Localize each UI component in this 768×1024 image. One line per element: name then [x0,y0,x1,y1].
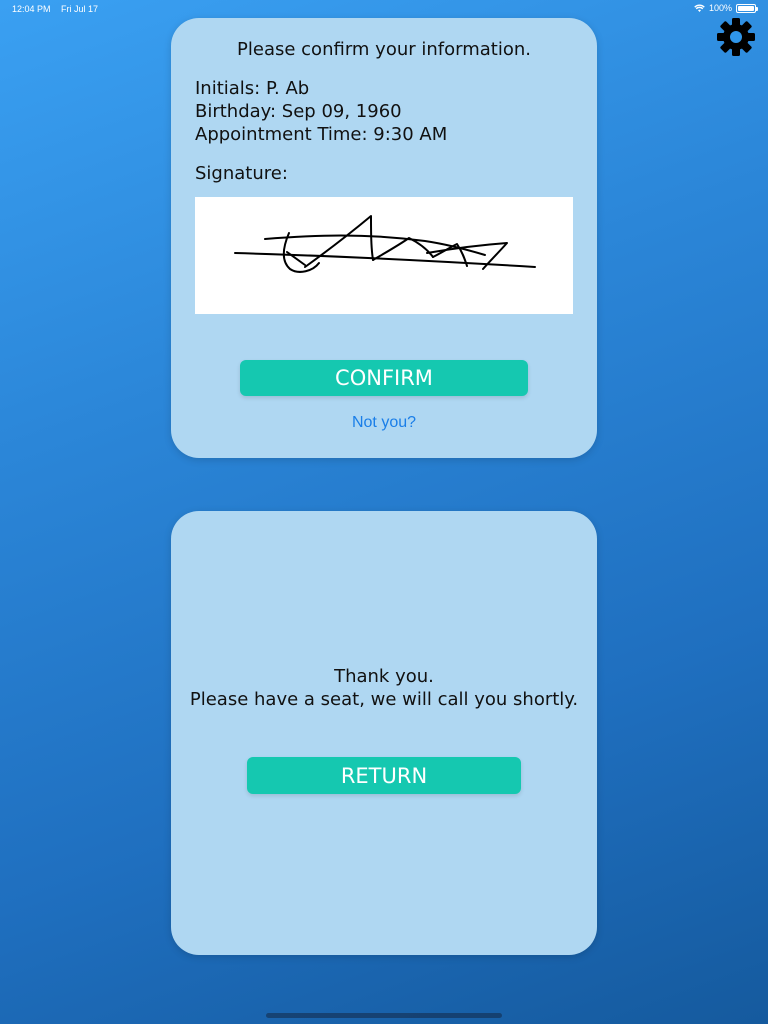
signature-image [234,215,536,273]
thank-you-card: Thank you. Please have a seat, we will c… [171,511,597,955]
initials-text: Initials: P. Ab [195,78,310,99]
signature-box [195,197,573,314]
battery-icon [736,3,758,13]
status-date: Fri Jul 17 [61,4,99,14]
return-button[interactable]: RETURN [247,757,521,794]
wifi-icon [694,4,705,12]
status-indicators: 100% [694,3,758,13]
status-bar: 12:04 PM Fri Jul 17 100% [0,0,768,18]
not-you-link[interactable]: Not you? [171,414,597,432]
thank-you-text: Thank you. [334,666,434,687]
signature-label: Signature: [195,163,288,184]
confirm-card: Please confirm your information. Initial… [171,18,597,458]
settings-button[interactable] [716,17,756,57]
seat-instruction-text: Please have a seat, we will call you sho… [189,689,579,710]
status-time: 12:04 PM [12,4,51,14]
birthday-text: Birthday: Sep 09, 1960 [195,101,402,122]
home-indicator[interactable] [266,1013,502,1018]
confirm-heading: Please confirm your information. [237,39,531,60]
gear-icon [717,18,755,56]
battery-percentage: 100% [708,3,732,13]
confirm-button[interactable]: CONFIRM [240,360,528,396]
appointment-time-text: Appointment Time: 9:30 AM [195,124,448,145]
